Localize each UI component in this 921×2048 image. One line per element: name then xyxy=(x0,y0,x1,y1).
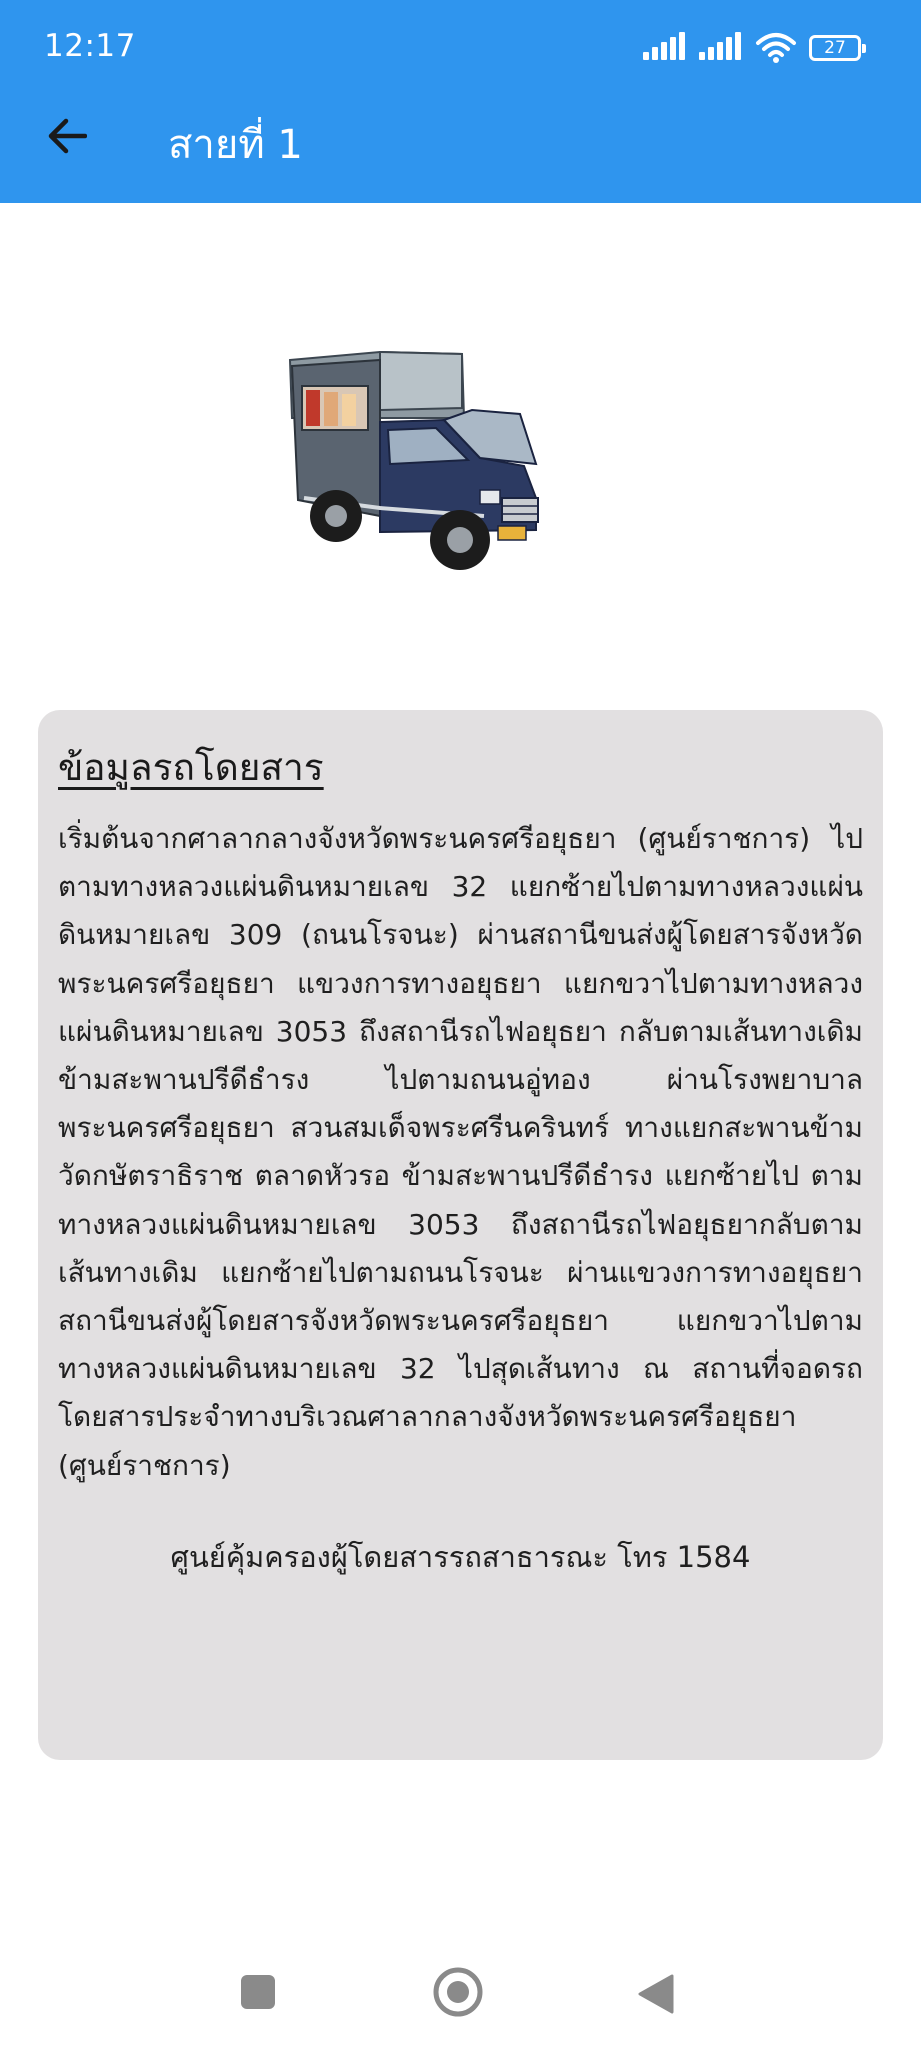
wifi-icon xyxy=(756,33,796,63)
card-heading: ข้อมูลรถโดยสาร xyxy=(58,746,324,789)
route-description: เริ่มต้นจากศาลากลางจังหวัดพระนครศรีอยุธย… xyxy=(58,822,863,1482)
nav-back-button[interactable] xyxy=(636,1972,676,2016)
page-title: สายที่ 1 xyxy=(168,122,303,168)
circle-home-icon xyxy=(433,1967,483,2017)
signal-icon xyxy=(699,32,743,64)
status-time: 12:17 xyxy=(44,28,136,64)
hotline-text: ศูนย์คุ้มครองผู้โดยสารรถสาธารณะ โทร 1584 xyxy=(170,1539,751,1574)
battery-icon: 27 xyxy=(809,35,866,61)
system-nav-bar xyxy=(0,1940,921,2048)
home-button[interactable] xyxy=(431,1965,485,2019)
recents-button[interactable] xyxy=(238,1972,278,2012)
arrow-left-icon xyxy=(48,118,87,154)
back-button[interactable] xyxy=(40,110,94,162)
triangle-back-icon xyxy=(638,1974,674,2014)
signal-icon xyxy=(643,32,687,64)
songthaew-vehicle-image xyxy=(288,350,539,570)
battery-level: 27 xyxy=(824,38,846,58)
square-icon xyxy=(241,1975,275,2009)
bus-info-card: ข้อมูลรถโดยสาร เริ่มต้นจากศาลากลางจังหวั… xyxy=(38,710,883,1760)
status-icons: 27 xyxy=(643,30,866,66)
app-bar: 12:17 27 สายที่ 1 xyxy=(0,0,921,203)
